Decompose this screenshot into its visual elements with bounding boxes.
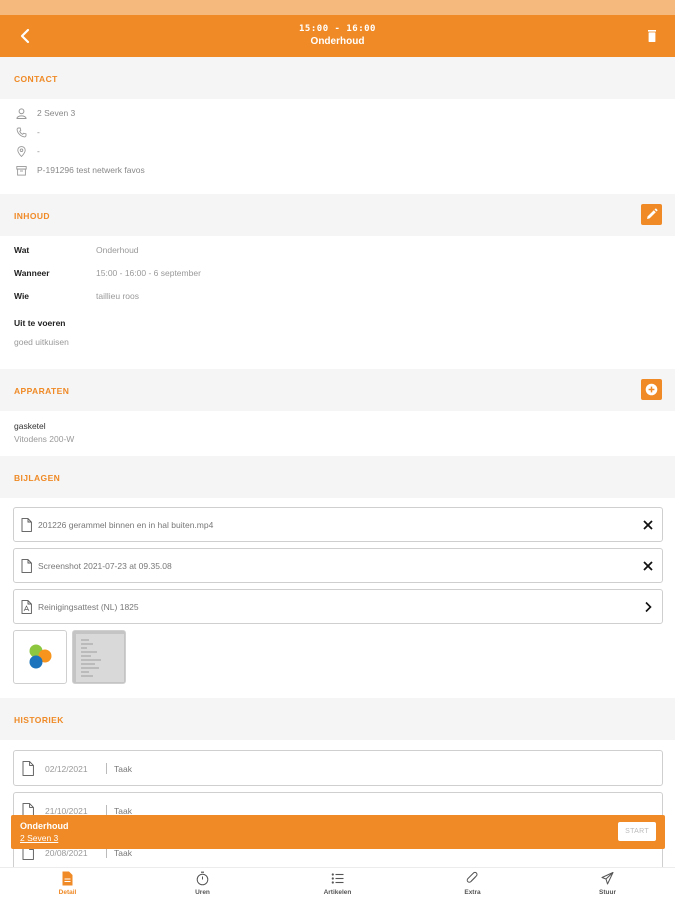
apparaten-section-label: APPARATEN bbox=[14, 386, 70, 396]
location-pin-icon bbox=[17, 146, 26, 157]
file-icon bbox=[21, 559, 32, 573]
history-type: Taak bbox=[114, 848, 132, 858]
attachment-item[interactable]: 201226 gerammel binnen en in hal buiten.… bbox=[13, 507, 663, 542]
bijlagen-section-label: BIJLAGEN bbox=[14, 473, 61, 483]
attachment-item[interactable]: Reinigingsattest (NL) 1825 bbox=[13, 589, 663, 624]
plus-circle-icon bbox=[645, 383, 658, 396]
pdf-file-icon bbox=[21, 600, 32, 614]
inhoud-key: Wanneer bbox=[14, 268, 50, 278]
colorful-logo-icon bbox=[29, 644, 52, 669]
inhoud-section-label: INHOUD bbox=[14, 211, 50, 221]
close-icon[interactable] bbox=[642, 519, 654, 531]
page-title: Onderhoud bbox=[310, 36, 365, 47]
history-date: 20/08/2021 bbox=[45, 848, 88, 858]
screenshot-preview-icon bbox=[73, 631, 125, 683]
app-header: 15:00 - 16:00 Onderhoud bbox=[0, 15, 675, 57]
contact-name: 2 Seven 3 bbox=[37, 108, 76, 118]
device-model: Vitodens 200-W bbox=[14, 434, 75, 444]
document-icon bbox=[62, 871, 73, 886]
appointment-time: 15:00 - 16:00 bbox=[299, 24, 376, 34]
image-thumbnail-screenshot[interactable] bbox=[72, 630, 126, 684]
banner-contact-link[interactable]: 2 Seven 3 bbox=[20, 833, 58, 843]
tab-uren[interactable]: Uren bbox=[135, 868, 270, 900]
stopwatch-icon bbox=[196, 871, 209, 886]
list-icon bbox=[331, 873, 344, 884]
send-icon bbox=[601, 872, 614, 885]
file-icon bbox=[22, 761, 34, 776]
todo-label: Uit te voeren bbox=[14, 318, 66, 328]
tab-label: Stuur bbox=[599, 889, 616, 896]
tab-label: Detail bbox=[58, 889, 77, 896]
banner-title: Onderhoud bbox=[20, 821, 69, 831]
tab-label: Uren bbox=[195, 889, 210, 896]
detail-content[interactable]: CONTACT 2 Seven 3 - - P-191296 test netw… bbox=[0, 57, 675, 867]
bottom-tab-bar: Detail Uren Artikelen Extra Stuur bbox=[0, 867, 675, 900]
contact-section-label: CONTACT bbox=[14, 74, 58, 84]
tab-detail[interactable]: Detail bbox=[0, 868, 135, 900]
contact-phone: - bbox=[37, 127, 40, 137]
paperclip-icon bbox=[466, 871, 478, 883]
attachment-name: Reinigingsattest (NL) 1825 bbox=[38, 602, 139, 612]
device-name[interactable]: gasketel bbox=[14, 421, 46, 431]
tab-artikelen[interactable]: Artikelen bbox=[270, 868, 405, 900]
image-thumbnail-logo[interactable] bbox=[13, 630, 67, 684]
tab-label: Artikelen bbox=[323, 889, 352, 896]
divider bbox=[106, 763, 107, 774]
inhoud-value: taillieu roos bbox=[96, 291, 139, 301]
add-device-button[interactable] bbox=[641, 379, 662, 400]
pencil-icon bbox=[647, 208, 658, 219]
file-icon bbox=[21, 518, 32, 532]
contact-section-header: CONTACT bbox=[0, 57, 675, 99]
inhoud-value: 15:00 - 16:00 - 6 september bbox=[96, 268, 201, 278]
attachment-item[interactable]: Screenshot 2021-07-23 at 09.35.08 bbox=[13, 548, 663, 583]
apparaten-section-header: APPARATEN bbox=[0, 369, 675, 411]
inhoud-section-header: INHOUD bbox=[0, 194, 675, 236]
contact-reference: P-191296 test netwerk favos bbox=[37, 165, 145, 175]
edit-button[interactable] bbox=[641, 204, 662, 225]
phone-icon bbox=[16, 127, 27, 138]
close-icon[interactable] bbox=[642, 560, 654, 572]
archive-icon bbox=[16, 166, 27, 176]
inhoud-key: Wie bbox=[14, 291, 30, 301]
attachment-name: 201226 gerammel binnen en in hal buiten.… bbox=[38, 520, 214, 530]
tab-label: Extra bbox=[464, 889, 481, 896]
person-icon bbox=[16, 108, 27, 119]
chevron-right-icon[interactable] bbox=[642, 601, 654, 613]
inhoud-value: Onderhoud bbox=[96, 245, 139, 255]
attachment-name: Screenshot 2021-07-23 at 09.35.08 bbox=[38, 561, 172, 571]
active-job-banner[interactable]: Onderhoud 2 Seven 3 START bbox=[11, 815, 665, 849]
historiek-section-label: HISTORIEK bbox=[14, 715, 64, 725]
history-item[interactable]: 02/12/2021 Taak bbox=[13, 750, 663, 786]
status-bar bbox=[0, 0, 675, 15]
trash-icon[interactable] bbox=[647, 30, 657, 42]
tab-stuur[interactable]: Stuur bbox=[540, 868, 675, 900]
start-button[interactable]: START bbox=[618, 822, 656, 841]
history-type: Taak bbox=[114, 764, 132, 774]
bijlagen-section-header: BIJLAGEN bbox=[0, 456, 675, 498]
contact-address: - bbox=[37, 146, 40, 156]
tab-extra[interactable]: Extra bbox=[405, 868, 540, 900]
todo-value: goed uitkuisen bbox=[14, 337, 69, 347]
history-date: 02/12/2021 bbox=[45, 764, 88, 774]
inhoud-key: Wat bbox=[14, 245, 30, 255]
historiek-section-header: HISTORIEK bbox=[0, 698, 675, 740]
